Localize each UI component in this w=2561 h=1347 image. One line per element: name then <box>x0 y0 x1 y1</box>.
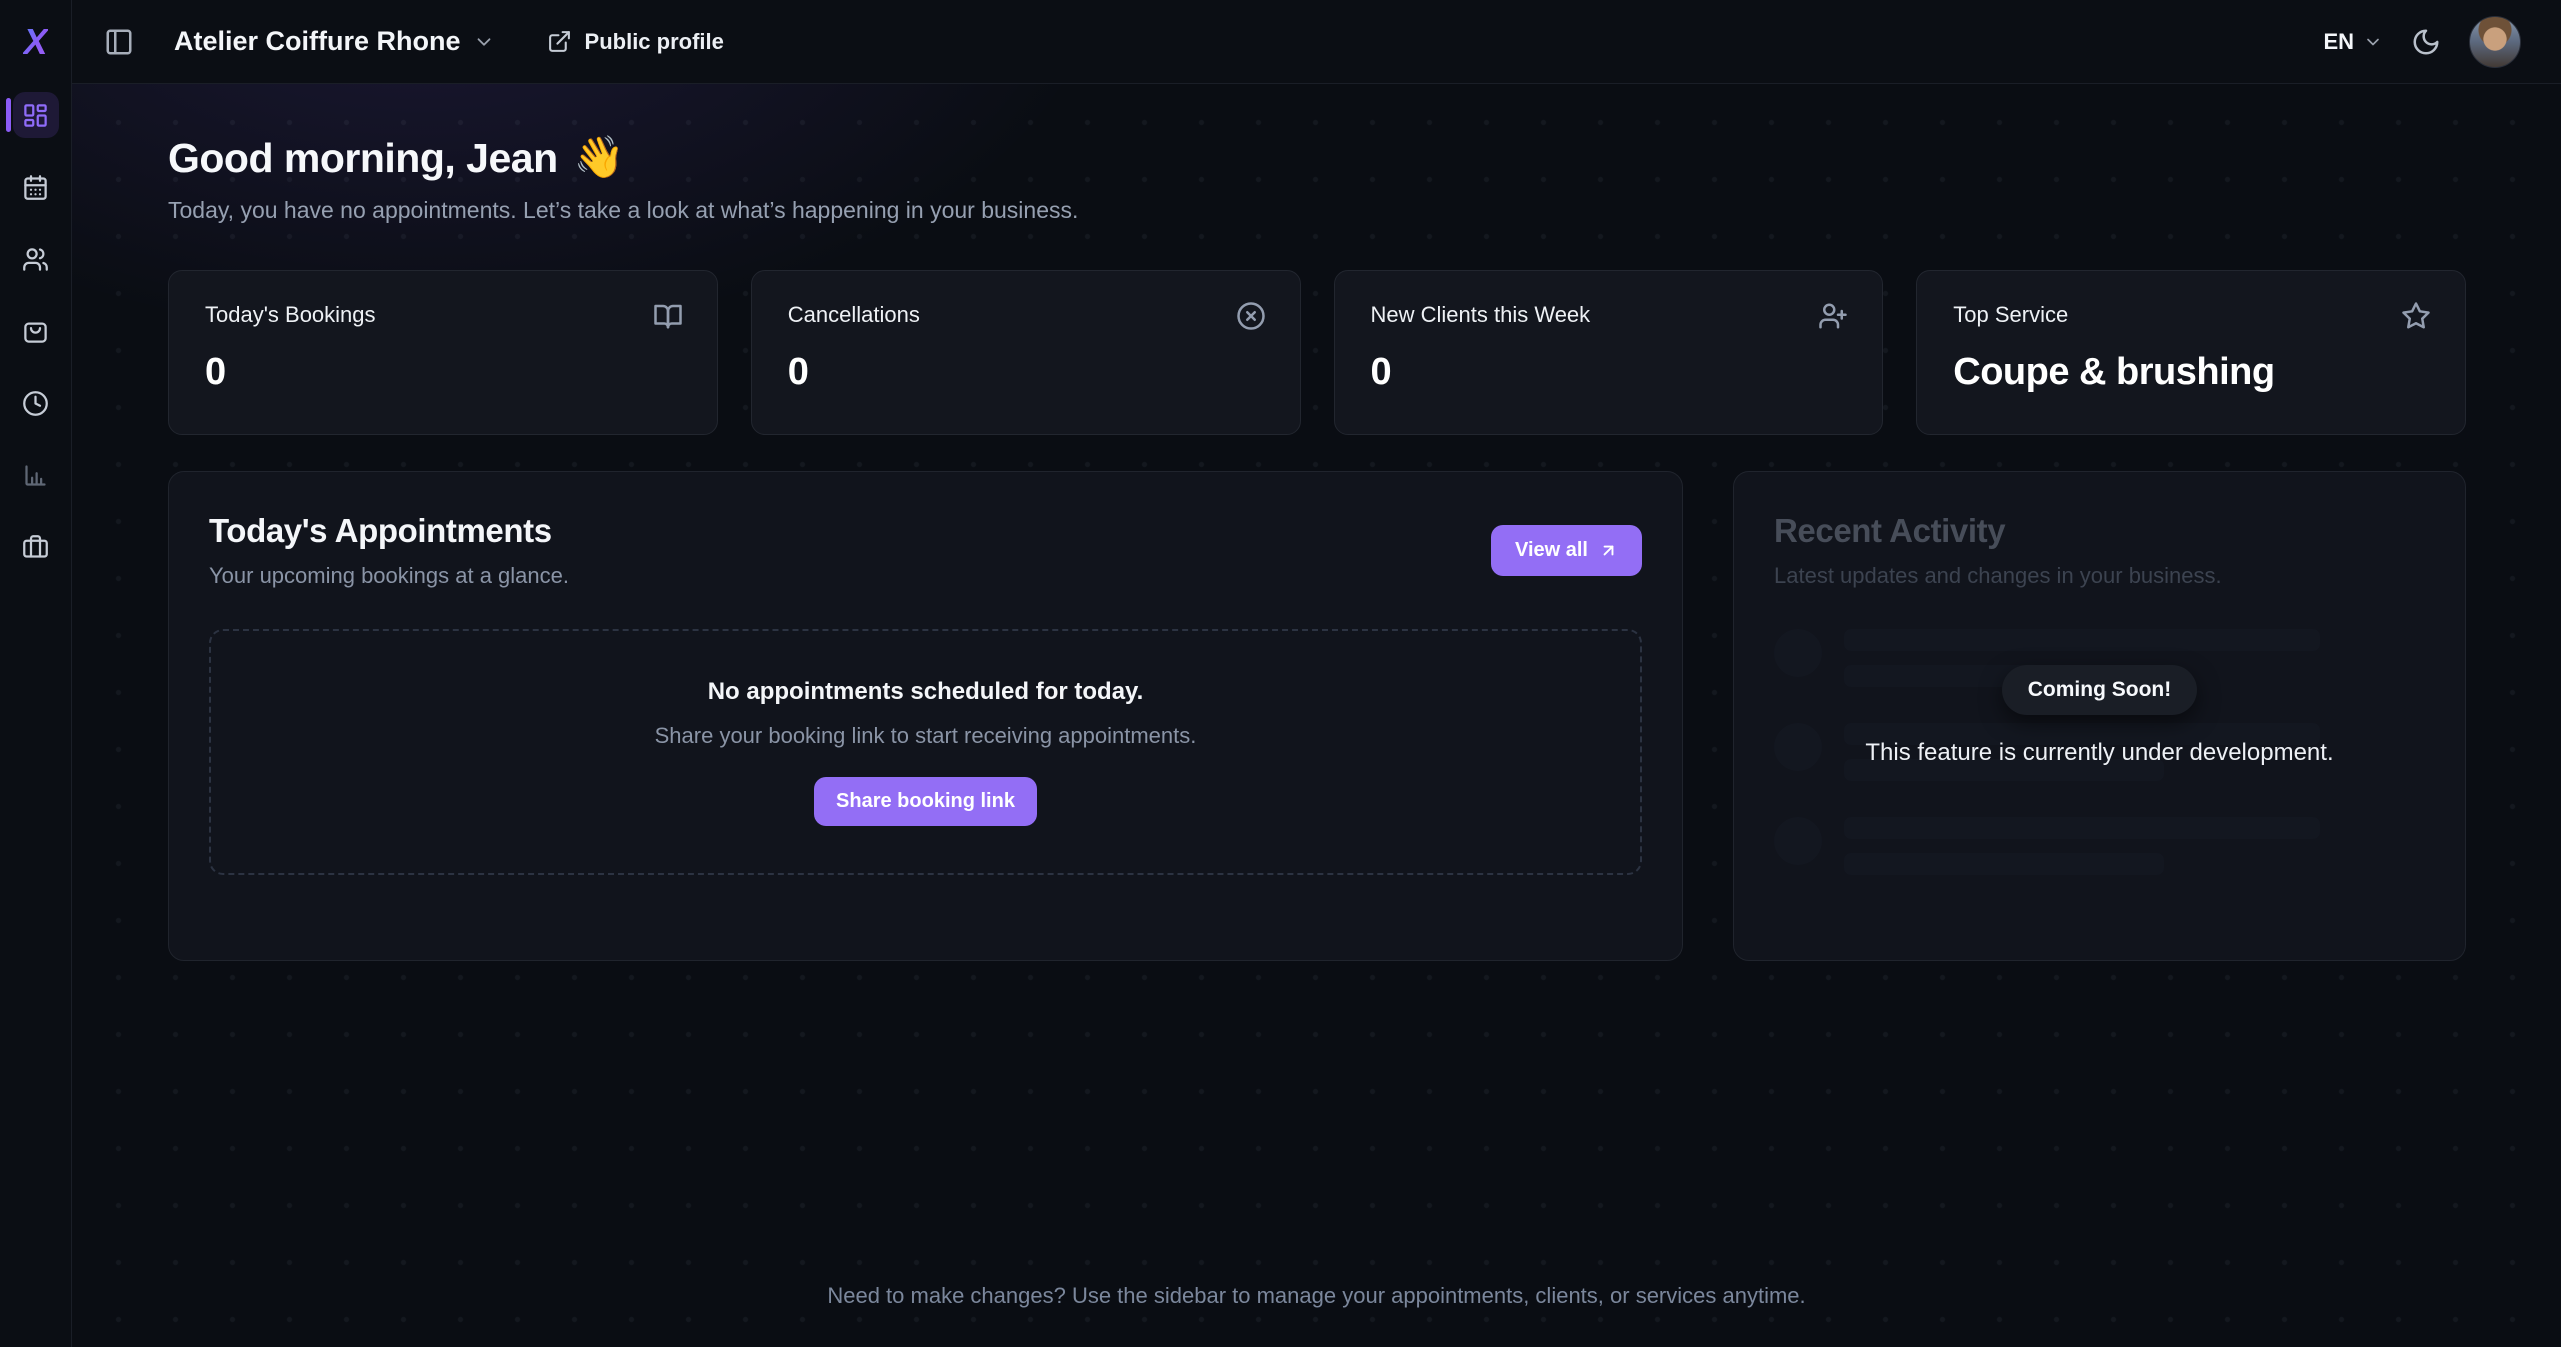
stat-value: 0 <box>788 351 1264 394</box>
layout-dashboard-icon <box>22 102 49 129</box>
appointments-header: Today's Appointments Your upcoming booki… <box>209 512 1642 589</box>
stat-card-todays-bookings: Today's Bookings 0 <box>168 270 718 435</box>
shopping-bag-icon <box>22 318 49 345</box>
empty-state-subtitle: Share your booking link to start receivi… <box>655 723 1197 749</box>
stat-label: Top Service <box>1953 302 2429 328</box>
sidebar-item-dashboard[interactable] <box>0 92 71 138</box>
history-button[interactable] <box>13 380 59 426</box>
arrow-up-right-icon <box>1599 541 1618 560</box>
calendar-button[interactable] <box>13 164 59 210</box>
sidebar-item-calendar[interactable] <box>0 164 71 210</box>
users-icon <box>22 246 49 273</box>
coming-soon-overlay: Coming Soon! This feature is currently u… <box>1734 472 2465 960</box>
theme-toggle-button[interactable] <box>2411 27 2441 57</box>
external-link-icon <box>547 29 572 54</box>
empty-state-title: No appointments scheduled for today. <box>708 678 1144 706</box>
recent-activity-card: Recent Activity Latest updates and chang… <box>1733 471 2466 961</box>
wave-emoji: 👋 <box>574 134 625 182</box>
public-profile-link[interactable]: Public profile <box>547 29 724 55</box>
public-profile-label: Public profile <box>585 29 724 55</box>
language-selector[interactable]: EN <box>2323 29 2383 55</box>
stat-label: Cancellations <box>788 302 1264 328</box>
chevron-down-icon[interactable] <box>473 31 495 53</box>
sidebar-item-history[interactable] <box>0 380 71 426</box>
business-name[interactable]: Atelier Coiffure Rhone <box>174 26 461 57</box>
book-open-icon <box>653 301 683 331</box>
appointments-title: Today's Appointments <box>209 512 569 550</box>
brand-x-logo: X <box>23 24 47 60</box>
greeting-text: Good morning, Jean <box>168 135 558 182</box>
sidebar-nav <box>0 84 71 570</box>
sidebar: X <box>0 0 72 1347</box>
stat-label: New Clients this Week <box>1371 302 1847 328</box>
user-plus-icon <box>1818 301 1848 331</box>
app-root: X <box>0 0 2561 1347</box>
top-bar: Atelier Coiffure Rhone Public profile EN <box>72 0 2561 84</box>
moon-icon <box>2411 27 2441 57</box>
header-actions: EN <box>2323 16 2521 68</box>
app-logo[interactable]: X <box>0 0 71 84</box>
view-all-button[interactable]: View all <box>1491 525 1642 576</box>
stat-card-new-clients: New Clients this Week 0 <box>1334 270 1884 435</box>
sidebar-item-clients[interactable] <box>0 236 71 282</box>
dashboard-panels: Today's Appointments Your upcoming booki… <box>168 471 2466 961</box>
panel-left-icon <box>104 27 134 57</box>
user-avatar[interactable] <box>2469 16 2521 68</box>
stats-row: Today's Bookings 0 Cancellations 0 New C… <box>168 270 2466 435</box>
dashboard-button[interactable] <box>13 92 59 138</box>
clock-icon <box>22 390 49 417</box>
share-booking-link-label: Share booking link <box>836 790 1015 813</box>
circle-x-icon <box>1236 301 1266 331</box>
clients-button[interactable] <box>13 236 59 282</box>
stat-value: 0 <box>205 351 681 394</box>
page-title: Good morning, Jean 👋 <box>168 134 2466 182</box>
sidebar-item-services[interactable] <box>0 308 71 354</box>
language-label: EN <box>2323 29 2354 55</box>
coming-soon-badge: Coming Soon! <box>2002 665 2197 715</box>
active-indicator <box>6 98 11 132</box>
analytics-button[interactable] <box>13 452 59 498</box>
star-icon <box>2401 301 2431 331</box>
bar-chart-icon <box>22 462 49 489</box>
calendar-icon <box>22 174 49 201</box>
todays-appointments-card: Today's Appointments Your upcoming booki… <box>168 471 1683 961</box>
services-button[interactable] <box>13 308 59 354</box>
footer-hint: Need to make changes? Use the sidebar to… <box>72 1283 2561 1309</box>
main-content: Good morning, Jean 👋 Today, you have no … <box>72 84 2561 1347</box>
briefcase-icon <box>22 534 49 561</box>
stat-value: 0 <box>1371 351 1847 394</box>
stat-card-top-service: Top Service Coupe & brushing <box>1916 270 2466 435</box>
business-button[interactable] <box>13 524 59 570</box>
coming-soon-message: This feature is currently under developm… <box>1865 739 2333 767</box>
share-booking-link-button[interactable]: Share booking link <box>814 777 1037 826</box>
appointments-subtitle: Your upcoming bookings at a glance. <box>209 563 569 589</box>
stat-card-cancellations: Cancellations 0 <box>751 270 1301 435</box>
stat-value: Coupe & brushing <box>1953 351 2429 394</box>
chevron-down-icon <box>2363 32 2383 52</box>
sidebar-item-business[interactable] <box>0 524 71 570</box>
view-all-label: View all <box>1515 539 1588 562</box>
appointments-empty-state: No appointments scheduled for today. Sha… <box>209 629 1642 875</box>
stat-label: Today's Bookings <box>205 302 681 328</box>
sidebar-item-analytics[interactable] <box>0 452 71 498</box>
sidebar-toggle-button[interactable] <box>104 27 134 57</box>
greeting-subtitle: Today, you have no appointments. Let’s t… <box>168 197 2466 224</box>
